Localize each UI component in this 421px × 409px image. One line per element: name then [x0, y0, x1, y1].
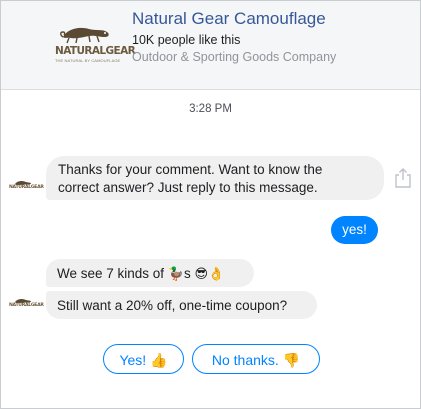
message-text: Thanks for your comment. Want to know th…: [58, 162, 323, 177]
share-icon[interactable]: [394, 167, 412, 189]
page-name-link[interactable]: Natural Gear Camouflage: [132, 9, 326, 29]
avatar-label: NATURALGEAR: [9, 185, 44, 190]
message-bubble: Thanks for your comment. Want to know th…: [46, 156, 384, 200]
page-likes-count: 10K people like this: [132, 33, 241, 47]
quick-reply-label: Yes!: [119, 352, 147, 368]
message-text: correct answer? Just reply to this messa…: [58, 180, 318, 195]
chameleon-logo-icon: [60, 27, 109, 44]
thumbs-up-icon: 👍: [150, 353, 168, 369]
quick-reply-no-thanks-button[interactable]: No thanks. 👎: [192, 344, 320, 374]
logo-wordmark: NATURALGEAR: [55, 45, 136, 57]
sunglasses-ok-emoji: 😎👌: [194, 267, 225, 282]
avatar[interactable]: NATURALGEAR: [9, 298, 44, 316]
message-text: Still want a 20% off, one-time coupon?: [57, 298, 288, 313]
page-header: NATURALGEAR THE NATURAL BY CAMOUFLAGE Na…: [1, 1, 420, 90]
message-bubble: Still want a 20% off, one-time coupon?: [46, 291, 317, 319]
avatar[interactable]: NATURALGEAR: [9, 180, 44, 198]
page-category: Outdoor & Sporting Goods Company: [132, 50, 337, 64]
message-text: s: [184, 266, 191, 281]
quick-reply-yes-button[interactable]: Yes! 👍: [103, 344, 184, 374]
duck-emoji: 🦆: [167, 267, 184, 282]
messenger-window: NATURALGEAR THE NATURAL BY CAMOUFLAGE Na…: [0, 0, 421, 409]
logo-tagline: THE NATURAL BY CAMOUFLAGE: [55, 58, 121, 63]
quick-reply-label: No thanks.: [211, 352, 279, 368]
user-message-bubble: yes!: [331, 216, 378, 244]
message-text: We see 7 kinds of: [57, 266, 168, 281]
message-bubble: We see 7 kinds of 🦆s 😎👌: [46, 259, 254, 287]
avatar-label: NATURALGEAR: [9, 303, 44, 308]
page-logo[interactable]: NATURALGEAR THE NATURAL BY CAMOUFLAGE: [55, 21, 136, 67]
message-timestamp: 3:28 PM: [189, 103, 232, 115]
thumbs-down-icon: 👎: [282, 353, 301, 369]
